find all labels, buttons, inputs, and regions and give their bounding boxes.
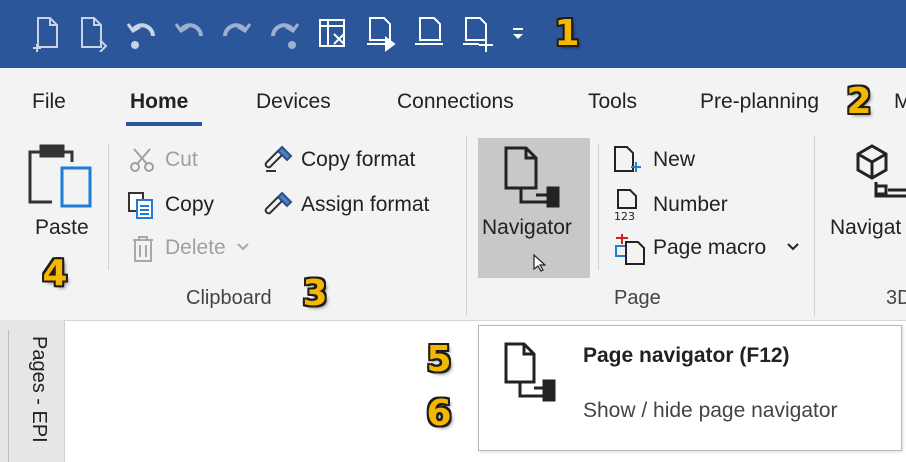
separator bbox=[598, 144, 599, 270]
copy-format-brush-icon[interactable] bbox=[262, 144, 294, 174]
tab-devices[interactable]: Devices bbox=[256, 90, 331, 114]
quick-access-toolbar bbox=[0, 0, 906, 68]
page-icon[interactable] bbox=[412, 12, 446, 52]
chevron-down-icon[interactable] bbox=[236, 240, 250, 254]
tooltip-description: Show / hide page navigator bbox=[583, 399, 838, 422]
tab-file[interactable]: File bbox=[32, 90, 66, 114]
page-number-icon[interactable]: 123 bbox=[612, 188, 648, 223]
new-page-variant-icon[interactable] bbox=[76, 12, 110, 53]
sidebar-border bbox=[8, 330, 9, 462]
page-navigator-icon bbox=[500, 340, 564, 404]
chevron-down-icon[interactable] bbox=[786, 240, 800, 254]
delete-table-icon[interactable] bbox=[316, 12, 350, 52]
tooltip-title: Page navigator (F12) bbox=[583, 344, 790, 367]
clipboard-group-label: Clipboard bbox=[186, 287, 272, 309]
navigator-label: Navigator bbox=[482, 216, 572, 239]
callout-3: 3 bbox=[302, 273, 328, 314]
trash-icon[interactable] bbox=[130, 234, 156, 264]
copy-icon[interactable] bbox=[126, 190, 156, 220]
new-page-button[interactable]: New bbox=[653, 148, 695, 172]
page-add-icon[interactable] bbox=[460, 12, 494, 52]
undo-icon[interactable] bbox=[172, 12, 206, 52]
callout-1: 1 bbox=[554, 13, 580, 54]
3d-group-label: 3D bbox=[886, 287, 906, 309]
svg-text:123: 123 bbox=[614, 210, 635, 222]
delete-button[interactable]: Delete bbox=[165, 236, 226, 260]
assign-format-brush-icon[interactable] bbox=[262, 190, 294, 220]
page-macro-button[interactable]: Page macro bbox=[653, 236, 766, 260]
mouse-cursor-icon bbox=[532, 253, 547, 272]
paste-button[interactable]: Paste bbox=[35, 216, 89, 240]
number-button[interactable]: Number bbox=[653, 193, 728, 217]
tab-home[interactable]: Home bbox=[130, 90, 188, 114]
tab-partial[interactable]: M bbox=[894, 90, 906, 114]
callout-2: 2 bbox=[846, 81, 872, 122]
assign-format-button[interactable]: Assign format bbox=[301, 193, 429, 217]
undo-list-icon[interactable] bbox=[124, 12, 158, 52]
redo-icon[interactable] bbox=[220, 12, 254, 52]
page-navigator-icon[interactable] bbox=[500, 144, 568, 212]
new-page-icon[interactable] bbox=[30, 12, 64, 52]
3d-navigator-button[interactable]: Navigat bbox=[830, 216, 901, 240]
page-group-label: Page bbox=[614, 287, 661, 309]
group-separator bbox=[814, 136, 815, 316]
page-macro-icon[interactable] bbox=[612, 232, 648, 266]
separator bbox=[108, 144, 109, 270]
callout-4: 4 bbox=[42, 253, 68, 294]
pages-sidebar-label[interactable]: Pages - EPI bbox=[27, 336, 50, 443]
callout-5: 5 bbox=[426, 339, 452, 380]
callout-6: 6 bbox=[426, 393, 452, 434]
cut-icon[interactable] bbox=[128, 146, 156, 174]
paste-icon[interactable] bbox=[24, 142, 96, 210]
copy-button[interactable]: Copy bbox=[165, 193, 214, 217]
tab-tools[interactable]: Tools bbox=[588, 90, 637, 114]
group-separator bbox=[466, 136, 467, 316]
tab-pre-planning[interactable]: Pre-planning bbox=[700, 90, 819, 114]
page-forward-icon[interactable] bbox=[364, 12, 398, 52]
new-page-plus-icon[interactable] bbox=[612, 144, 646, 174]
tab-connections[interactable]: Connections bbox=[397, 90, 514, 114]
redo-list-icon[interactable] bbox=[268, 12, 302, 52]
cube-navigator-icon[interactable] bbox=[848, 142, 906, 208]
copy-format-button[interactable]: Copy format bbox=[301, 148, 415, 172]
customize-dropdown-icon[interactable] bbox=[508, 14, 528, 50]
cut-button[interactable]: Cut bbox=[165, 148, 198, 172]
